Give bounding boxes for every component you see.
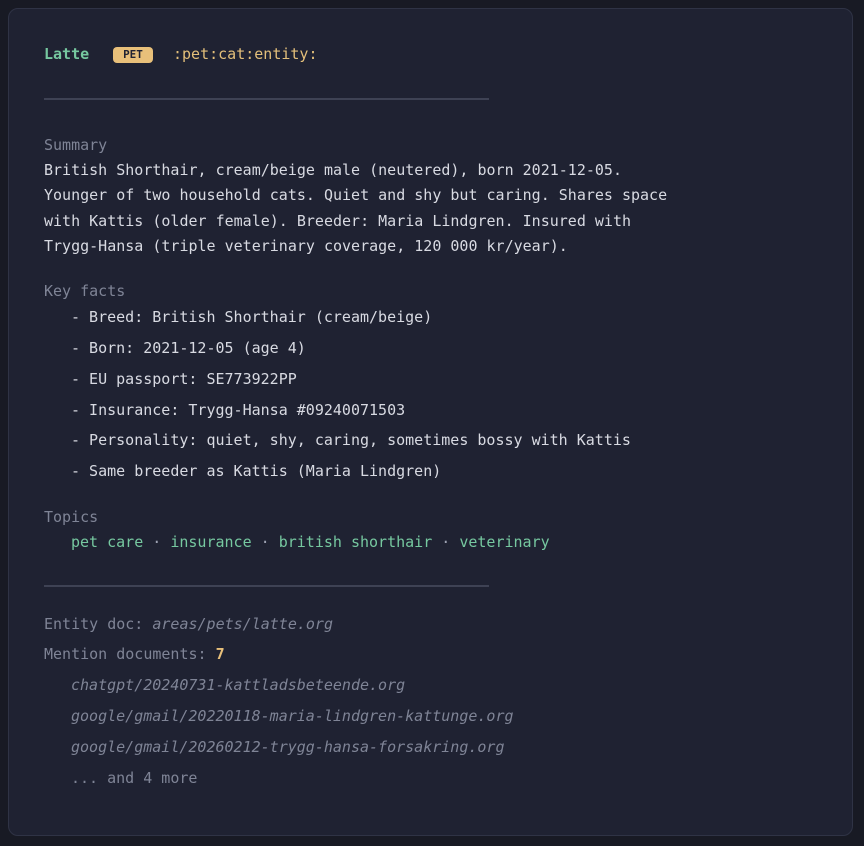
topic-link[interactable]: british shorthair [279,533,433,551]
key-fact-item: - Personality: quiet, shy, caring, somet… [71,431,631,449]
divider-top [44,98,489,100]
tag-list: :pet:cat:entity: [173,45,318,63]
summary-line: Trygg-Hansa (triple veterinary coverage,… [44,237,568,255]
key-facts-label: Key facts [44,282,126,300]
key-fact-item: - Breed: British Shorthair (cream/beige) [71,308,433,326]
summary-line: British Shorthair, cream/beige male (neu… [44,161,622,179]
topic-link[interactable]: veterinary [459,533,549,551]
key-fact-item: - Insurance: Trygg-Hansa #09240071503 [71,401,406,419]
topic-link[interactable]: pet care [71,533,143,551]
topic-separator: · [251,533,279,551]
mentions-count: 7 [215,645,225,663]
mention-doc-link[interactable]: google/gmail/20220118-maria-lindgren-kat… [71,706,514,726]
entity-doc-row: Entity doc: areas/pets/latte.org [44,614,333,634]
summary-line: with Kattis (older female). Breeder: Mar… [44,212,631,230]
key-fact-item: - EU passport: SE773922PP [71,370,297,388]
entity-doc-path[interactable]: areas/pets/latte.org [152,615,333,633]
mention-doc-link[interactable]: chatgpt/20240731-kattladsbeteende.org [71,675,405,695]
divider-bottom [44,585,489,587]
key-fact-item: - Same breeder as Kattis (Maria Lindgren… [71,462,442,480]
mention-doc-link[interactable]: google/gmail/20260212-trygg-hansa-forsak… [71,737,504,757]
entity-card: Latte PET :pet:cat:entity: Summary Briti… [8,8,853,836]
entity-doc-label: Entity doc: [44,615,144,633]
mentions-row: Mention documents: 7 [44,644,225,664]
entity-title: Latte [44,45,90,63]
summary-line: Younger of two household cats. Quiet and… [44,186,668,204]
key-fact-item: - Born: 2021-12-05 (age 4) [71,339,306,357]
topics-label: Topics [44,508,99,526]
topic-separator: · [143,533,171,551]
mentions-label: Mention documents: [44,645,207,663]
summary-label: Summary [44,136,108,154]
more-mentions[interactable]: ... and 4 more [71,768,197,788]
topic-link[interactable]: insurance [170,533,251,551]
topics-list: pet care · insurance · british shorthair… [71,532,550,552]
type-badge: PET [113,47,153,63]
topic-separator: · [432,533,460,551]
